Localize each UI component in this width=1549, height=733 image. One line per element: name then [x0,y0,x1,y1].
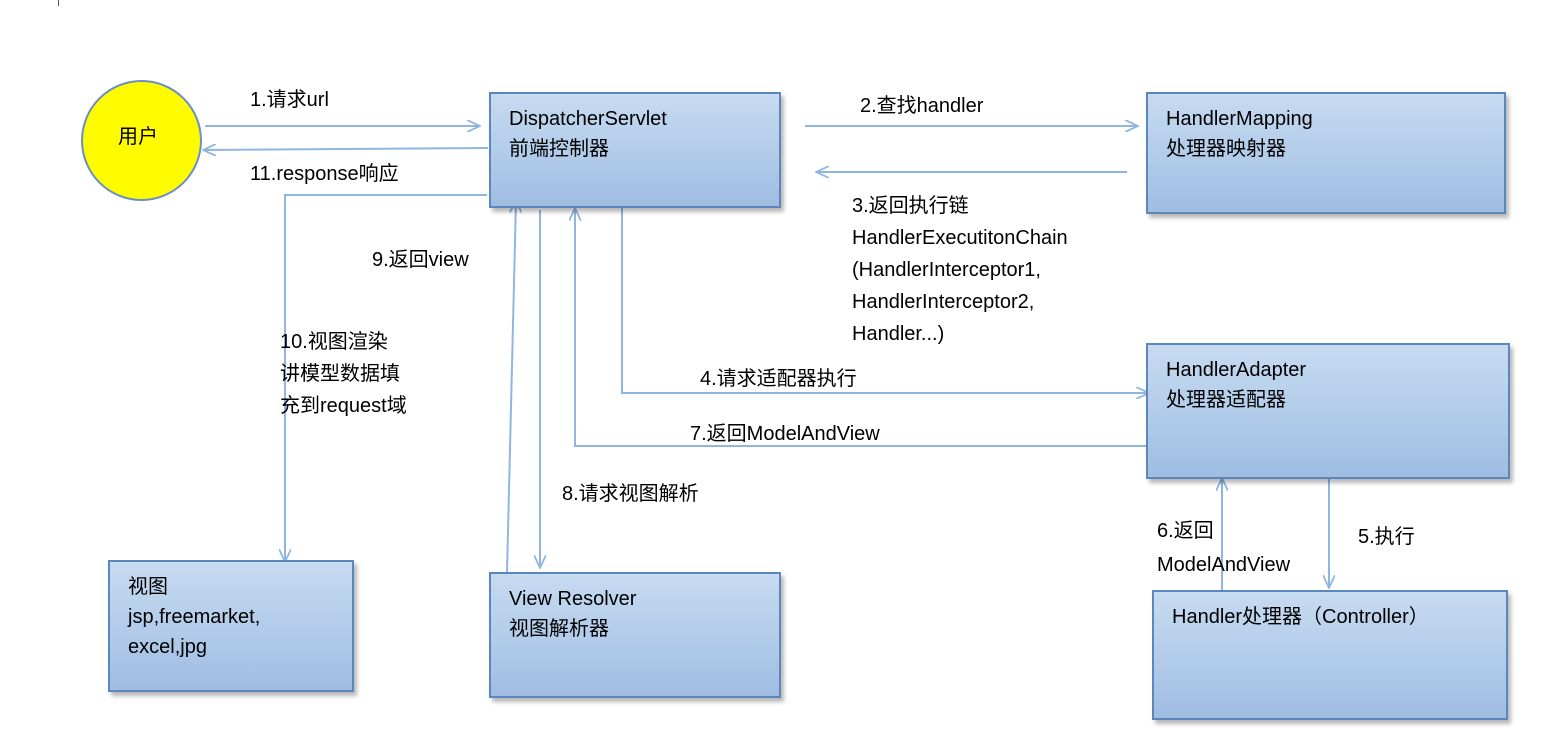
handler-adapter-title: HandlerAdapter [1166,359,1307,381]
user-label: 用户 [118,126,158,148]
label-step-4: 4.请求适配器执行 [700,368,857,390]
handler-mapping-subtitle: 处理器映射器 [1166,138,1286,160]
label-step-6-line-2: ModelAndView [1157,554,1291,576]
label-step-10-line-3: 充到request域 [280,395,407,417]
dispatcher-title: DispatcherServlet [509,108,667,130]
view-resolver-subtitle: 视图解析器 [509,618,609,640]
label-step-6: 6.返回 ModelAndView [1157,514,1290,582]
label-step-1: 1.请求url [250,89,329,111]
label-step-2: 2.查找handler [860,95,984,117]
label-step-3-line-2: HandlerExecutitonChain [852,227,1068,249]
handler-adapter-subtitle: 处理器适配器 [1166,389,1286,411]
view-resolver-box: View Resolver 视图解析器 [489,572,781,698]
handler-box: Handler处理器（Controller） [1152,590,1508,720]
view-formats-line-1: jsp,freemarket, [128,606,261,628]
label-step-6-line-1: 6.返回 [1157,520,1214,542]
label-step-3-line-4: HandlerInterceptor2, [852,291,1035,313]
arrow-11-response [203,148,489,150]
view-resolver-title: View Resolver [509,588,637,610]
label-step-10-line-2: 讲模型数据填 [280,363,400,385]
view-title: 视图 [128,576,168,598]
label-step-3-line-3: (HandlerInterceptor1, [852,259,1041,281]
arrow-9-return-view [506,200,516,574]
dispatcher-servlet-box: DispatcherServlet 前端控制器 [489,92,781,208]
label-step-8: 8.请求视图解析 [562,483,699,505]
handler-mapping-box: HandlerMapping 处理器映射器 [1146,92,1506,214]
label-step-3: 3.返回执行链 HandlerExecutitonChain (HandlerI… [852,190,1068,350]
label-step-7: 7.返回ModelAndView [690,423,880,445]
handler-mapping-title: HandlerMapping [1166,108,1313,130]
handler-title: Handler处理器（Controller） [1172,606,1429,628]
dispatcher-subtitle: 前端控制器 [509,138,609,160]
label-step-5: 5.执行 [1358,526,1415,548]
view-box: 视图 jsp,freemarket, excel,jpg [108,560,354,692]
label-step-10-line-1: 10.视图渲染 [280,331,388,353]
label-step-3-line-5: Handler...) [852,323,945,345]
label-step-10: 10.视图渲染 讲模型数据填 充到request域 [280,326,407,422]
handler-adapter-box: HandlerAdapter 处理器适配器 [1146,343,1510,479]
label-step-9: 9.返回view [372,249,469,271]
label-step-11: 11.response响应 [250,163,399,185]
view-formats-line-2: excel,jpg [128,636,207,658]
label-step-3-line-1: 3.返回执行链 [852,195,969,217]
